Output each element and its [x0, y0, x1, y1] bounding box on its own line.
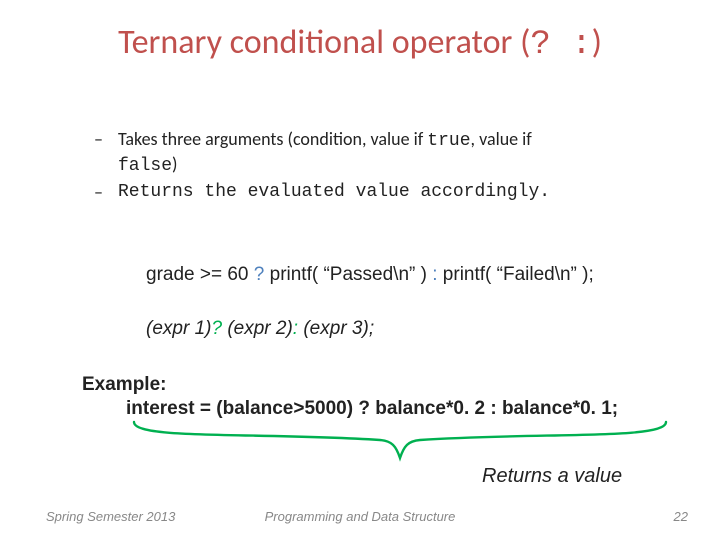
returns-label: Returns a value: [482, 465, 622, 488]
code1-a: grade >= 60: [146, 264, 254, 285]
code-example-2: (expr 1)? (expr 2): (expr 3);: [146, 318, 706, 340]
code-example-1: grade >= 60 ? printf( “Passed\n” ) : pri…: [146, 264, 706, 286]
code1-d: printf( “Failed\n” );: [438, 264, 594, 285]
bullet-1-code-true: true: [427, 131, 470, 151]
bullet-1-part-a: Takes three arguments (condition, value …: [118, 128, 427, 150]
example-code: interest = (balance>5000) ? balance*0. 2…: [126, 398, 618, 420]
title-operator: ? :: [530, 26, 591, 64]
slide-title: Ternary conditional operator (? :): [0, 22, 720, 64]
bullet-dash: –: [94, 128, 108, 177]
title-text: Ternary conditional operator (: [118, 22, 530, 63]
example-label: Example:: [82, 374, 166, 396]
bullet-1-part-b: , value if: [471, 128, 532, 150]
bullet-1-part-c: ): [172, 153, 177, 175]
curly-brace-icon: [130, 418, 670, 466]
code2-d: (expr 3);: [298, 318, 374, 339]
code2-a: (expr 1): [146, 318, 211, 339]
bullet-2-text: Returns the evaluated value accordingly.: [118, 181, 550, 204]
code1-b: printf( “Passed\n” ): [264, 264, 432, 285]
footer-center: Programming and Data Structure: [0, 509, 720, 524]
bullet-1-code-false: false: [118, 156, 172, 176]
bullet-1-text: Takes three arguments (condition, value …: [118, 128, 532, 177]
code1-question: ?: [254, 264, 265, 285]
bullet-1: – Takes three arguments (condition, valu…: [94, 128, 674, 177]
title-close: ): [592, 22, 602, 63]
bullet-list: – Takes three arguments (condition, valu…: [94, 128, 674, 208]
slide: Ternary conditional operator (? :) – Tak…: [0, 0, 720, 540]
bullet-2: – Returns the evaluated value accordingl…: [94, 181, 674, 204]
code2-question: ?: [211, 318, 222, 339]
footer-page-number: 22: [674, 509, 688, 524]
bullet-dash: –: [94, 181, 108, 204]
code2-b: (expr 2): [222, 318, 293, 339]
